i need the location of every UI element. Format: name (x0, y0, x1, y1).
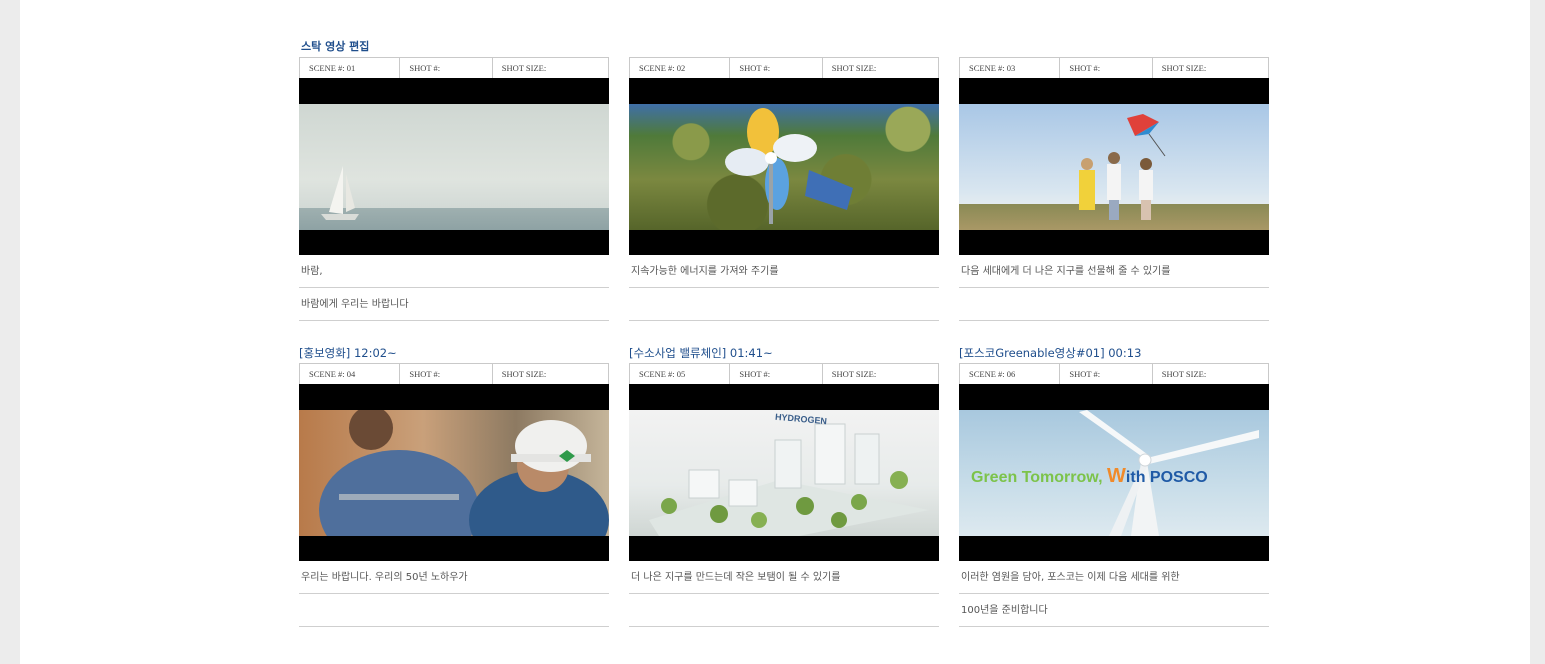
scene-card-05: SCENE #: 05 SHOT #: SHOT SIZE: HYDROGEN … (629, 363, 939, 627)
page-title: 스탁 영상 편집 (301, 40, 370, 53)
scene-card-02: SCENE #: 02 SHOT #: SHOT SIZE: 지속가능한 에너지… (629, 57, 939, 321)
narration-line: 다음 세대에게 더 나은 지구를 선물해 줄 수 있기를 (959, 255, 1269, 288)
shot-size: SHOT SIZE: (501, 63, 547, 73)
shot-size: SHOT SIZE: (501, 369, 547, 379)
scene-number: SCENE #: 05 (630, 364, 731, 384)
scene-header: SCENE #: 04 SHOT #: SHOT SIZE: (299, 363, 609, 384)
wind-turbine-image: Green Tomorrow, With POSCO (959, 410, 1269, 536)
narration-line (299, 594, 609, 627)
pinwheel-image (629, 104, 939, 230)
storyboard-page: 스탁 영상 편집 # 인 트 로 [홍보영화] 12:02~ [수소사업 밸류체… (20, 0, 1530, 664)
slogan-green: Green Tomorrow, (971, 469, 1103, 486)
scene-header: SCENE #: 01 SHOT #: SHOT SIZE: (299, 57, 609, 78)
group-title-greenable: [포스코Greenable영상#01] 00:13 (959, 346, 1142, 360)
shot-number: SHOT #: (1060, 364, 1153, 384)
narration-line (629, 594, 939, 627)
slogan-rest: ith POSCO (1125, 469, 1208, 486)
shot-size: SHOT SIZE: (831, 63, 877, 73)
narration-line: 우리는 바랍니다. 우리의 50년 노하우가 (299, 561, 609, 594)
kite-children-image (959, 104, 1269, 230)
group-title-hydrogen: [수소사업 밸류체인] 01:41~ (629, 346, 773, 360)
shot-number: SHOT #: (1060, 58, 1153, 78)
narration-line: 더 나은 지구를 만드는데 작은 보탬이 될 수 있기를 (629, 561, 939, 594)
slogan-w: W (1107, 465, 1126, 487)
sailboat-image (299, 104, 609, 230)
scene-frame (629, 78, 939, 255)
scene-header: SCENE #: 03 SHOT #: SHOT SIZE: (959, 57, 1269, 78)
scene-number: SCENE #: 06 (960, 364, 1061, 384)
shot-number: SHOT #: (400, 364, 493, 384)
scene-frame: HYDROGEN (629, 384, 939, 561)
scene-card-04: SCENE #: 04 SHOT #: SHOT SIZE: 우리는 바랍니다. (299, 363, 609, 627)
narration-line: 100년을 준비합니다 (959, 594, 1269, 627)
shot-number: SHOT #: (730, 58, 823, 78)
scene-card-03: SCENE #: 03 SHOT #: SHOT SIZE: 다음 세대에게 더… (959, 57, 1269, 321)
shot-size: SHOT SIZE: (831, 369, 877, 379)
scene-frame: Green Tomorrow, With POSCO (959, 384, 1269, 561)
shot-size: SHOT SIZE: (1161, 63, 1207, 73)
scene-header: SCENE #: 05 SHOT #: SHOT SIZE: (629, 363, 939, 384)
scene-frame (299, 384, 609, 561)
scene-number: SCENE #: 02 (630, 58, 731, 78)
group-title-promo: [홍보영화] 12:02~ (299, 346, 397, 360)
slogan-text: Green Tomorrow, With POSCO (971, 465, 1208, 488)
narration-line: 지속가능한 에너지를 가져와 주기를 (629, 255, 939, 288)
shot-size: SHOT SIZE: (1161, 369, 1207, 379)
scene-number: SCENE #: 04 (300, 364, 401, 384)
scene-card-01: SCENE #: 01 SHOT #: SHOT SIZE: 바람, 바람에게 … (299, 57, 609, 321)
narration-line: 바람에게 우리는 바랍니다 (299, 288, 609, 321)
narration-line: 이러한 염원을 담아, 포스코는 이제 다음 세대를 위한 (959, 561, 1269, 594)
scene-frame (959, 78, 1269, 255)
shot-number: SHOT #: (400, 58, 493, 78)
scene-number: SCENE #: 03 (960, 58, 1061, 78)
shot-number: SHOT #: (730, 364, 823, 384)
scene-frame (299, 78, 609, 255)
scene-card-06: SCENE #: 06 SHOT #: SHOT SIZE: Green Tom… (959, 363, 1269, 627)
narration-line (959, 288, 1269, 321)
narration-line: 바람, (299, 255, 609, 288)
scene-header: SCENE #: 02 SHOT #: SHOT SIZE: (629, 57, 939, 78)
narration-line (629, 288, 939, 321)
scene-header: SCENE #: 06 SHOT #: SHOT SIZE: (959, 363, 1269, 384)
scene-number: SCENE #: 01 (300, 58, 401, 78)
hydrogen-city-image: HYDROGEN (629, 410, 939, 536)
workers-image (299, 410, 609, 536)
